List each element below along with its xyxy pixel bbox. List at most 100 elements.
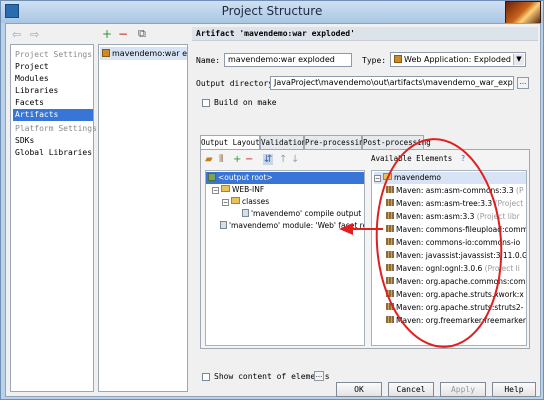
output-directory-label: Output directory: [196,79,278,88]
new-folder-icon[interactable]: ▰ [205,154,213,165]
artifact-header: Artifact 'mavendemo:war exploded' [192,27,538,41]
nav-item-global-libraries[interactable]: Global Libraries [13,147,93,159]
folder-icon [221,185,230,192]
window: Project Structure ⇦ ⇨ Project Settings P… [0,0,544,400]
library-icon [386,303,394,310]
tab-validation[interactable]: Validation [260,135,306,149]
settings-nav-list: Project Settings Project Modules Librari… [10,44,97,392]
nav-item-artifacts[interactable]: Artifacts [13,109,93,121]
library-icon [386,238,394,245]
tree-row[interactable]: Maven: ognl:ognl:3.0.6 (Project li [386,263,526,275]
available-elements-tree: − mavendemo Maven: asm:asm-commons:3.3 (P… [371,170,527,346]
artifacts-toolbar: + − ⧉ [98,27,188,43]
output-root-icon [208,173,216,181]
tree-row-label: Maven: asm:asm-commons:3.3 [396,186,514,195]
tree-row-label: Maven: commons-fileupload:comm [396,225,527,234]
cancel-button[interactable]: Cancel [388,382,434,397]
library-icon [386,186,394,193]
show-content-options-button[interactable]: ... [314,371,324,381]
build-on-make-checkbox[interactable] [202,99,210,107]
nav-item-modules[interactable]: Modules [13,73,93,85]
tree-row[interactable]: Maven: commons-io:commons-io [386,237,526,249]
build-on-make-label: Build on make [214,98,277,107]
tree-row[interactable]: <output root> [206,172,364,184]
remove-element-icon[interactable]: − [245,154,253,165]
tree-row[interactable]: 'mavendemo' compile output [242,208,361,220]
tree-row-label: <output root> [218,173,273,182]
tree-row[interactable]: Maven: asm:asm-tree:3.3 (Project [386,198,526,210]
collapse-icon[interactable]: − [212,187,219,194]
chevron-down-icon: ▼ [513,54,524,65]
library-icon [386,277,394,284]
show-content-label: Show content of elements [214,372,330,381]
tree-row-label: mavendemo [394,173,441,182]
nav-item-facets[interactable]: Facets [13,97,93,109]
library-icon [386,264,394,271]
tab-post-processing[interactable]: Post-processing [362,135,431,149]
tab-output-layout[interactable]: Output Layout [200,135,260,150]
collapse-icon[interactable]: − [374,175,381,182]
tree-row[interactable]: Maven: org.apache.struts.xwork:x [386,289,526,301]
tree-row[interactable]: − WEB-INF [212,184,264,196]
tree-row[interactable]: Maven: commons-fileupload:comm [386,224,527,236]
tree-row[interactable]: 'mavendemo' module: 'Web' facet reso [220,220,364,232]
apply-button[interactable]: Apply [440,382,486,397]
forward-arrow-icon[interactable]: ⇨ [30,28,39,41]
sort-icon[interactable]: ⇵ [263,154,274,165]
tree-row-label: classes [242,197,270,206]
tab-pre-processing[interactable]: Pre-processing [304,135,368,149]
tree-row[interactable]: Maven: javassist:javassist:3.11.0.G [386,250,526,262]
nav-item-sdks[interactable]: SDKs [13,135,93,147]
move-up-icon[interactable]: ↑ [279,154,287,165]
web-app-icon [394,55,402,63]
output-layout-tree: <output root> − WEB-INF − classes 'mavende… [205,170,365,346]
tree-row[interactable]: Maven: org.apache.commons:comm [386,276,526,288]
remove-icon[interactable]: − [118,27,128,41]
tree-row-label: WEB-INF [232,185,265,194]
tree-row[interactable]: Maven: asm:asm:3.3 (Project libr [386,211,526,223]
nav-item-project[interactable]: Project [13,61,93,73]
tree-row-label: Maven: commons-io:commons-io [396,238,521,247]
move-down-icon[interactable]: ↓ [291,154,299,165]
tree-row-label: Maven: org.freemarker:freemarker [396,316,526,325]
compile-output-icon [242,209,249,217]
add-icon[interactable]: + [102,27,112,41]
type-select[interactable]: Web Application: Exploded ▼ [390,52,526,67]
help-icon[interactable]: ? [461,154,466,163]
available-elements-text: Available Elements [371,154,453,163]
output-layout-panel: ▰ ⦀ + − ⇵ ↑ ↓ <output root> − WEB-INF − … [200,149,530,349]
show-content-checkbox[interactable] [202,373,210,381]
nav-toolbar: ⇦ ⇨ [8,27,94,43]
title-bar: Project Structure [1,1,543,27]
add-copy-icon[interactable]: + [233,154,241,165]
collapse-icon[interactable]: − [222,199,229,206]
tree-row[interactable]: Maven: org.apache.struts:struts2- [386,302,526,314]
folder-icon [383,173,392,180]
tree-row-suffix: (Project [492,199,524,208]
type-label: Type: [362,56,387,65]
library-icon[interactable]: ⦀ [219,154,223,165]
name-input[interactable]: mavendemo:war exploded [224,53,352,67]
back-arrow-icon[interactable]: ⇦ [12,28,21,41]
library-icon [386,225,394,232]
library-icon [386,212,394,219]
help-button[interactable]: Help [492,382,536,397]
artifact-item[interactable]: mavendemo:war exploded [100,47,187,60]
tree-row-suffix: (Project li [482,264,520,273]
nav-item-libraries[interactable]: Libraries [13,85,93,97]
tree-row[interactable]: − mavendemo [374,172,526,184]
nav-heading-project-settings: Project Settings [15,50,93,59]
tree-row[interactable]: Maven: asm:asm-commons:3.3 (P [386,185,526,197]
library-icon [386,199,394,206]
output-directory-input[interactable]: JavaProject\mavendemo\out\artifacts\mave… [270,76,514,90]
tree-row-label: Maven: org.apache.struts.xwork:x [396,290,524,299]
browse-button[interactable]: ... [517,77,529,89]
tree-row-suffix: (P [513,186,524,195]
library-icon [386,290,394,297]
ok-button[interactable]: OK [336,382,382,397]
dialog-body: ⇦ ⇨ Project Settings Project Modules Lib… [5,23,541,397]
type-select-value: Web Application: Exploded [404,55,511,64]
tree-row[interactable]: − classes [222,196,269,208]
tree-row[interactable]: Maven: org.freemarker:freemarker [386,315,526,327]
copy-icon[interactable]: ⧉ [138,27,146,41]
